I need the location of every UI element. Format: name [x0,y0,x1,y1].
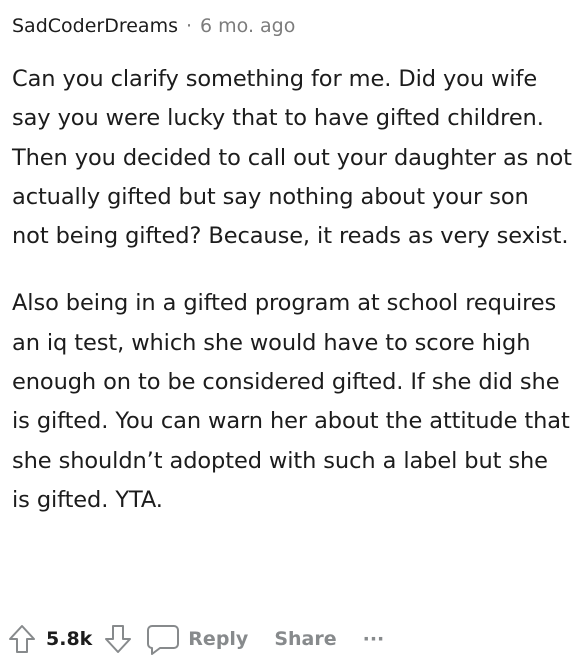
comment-paragraph: Can you clarify something for me. Did yo… [12,66,572,250]
comment-meta: SadCoderDreams · 6 mo. ago [12,0,572,52]
comment-timestamp[interactable]: 6 mo. ago [200,15,295,37]
comment-body: Can you clarify something for me. Did yo… [12,60,572,520]
vote-count: 5.8k [46,628,93,650]
reply-label: Reply [188,628,249,650]
comment: SadCoderDreams · 6 mo. ago Can you clari… [12,0,572,520]
comment-author[interactable]: SadCoderDreams [12,15,178,37]
more-options-icon[interactable]: ··· [363,628,385,650]
downvote-icon[interactable] [104,624,132,654]
reply-button[interactable]: Reply [146,623,248,655]
comment-paragraph: Also being in a gifted program at school… [12,290,570,513]
speech-bubble-icon [146,623,180,655]
share-button[interactable]: Share [274,628,336,650]
meta-separator: · [185,15,193,37]
comment-action-bar: 5.8k Reply Share ··· [8,616,384,662]
upvote-icon[interactable] [8,624,36,654]
